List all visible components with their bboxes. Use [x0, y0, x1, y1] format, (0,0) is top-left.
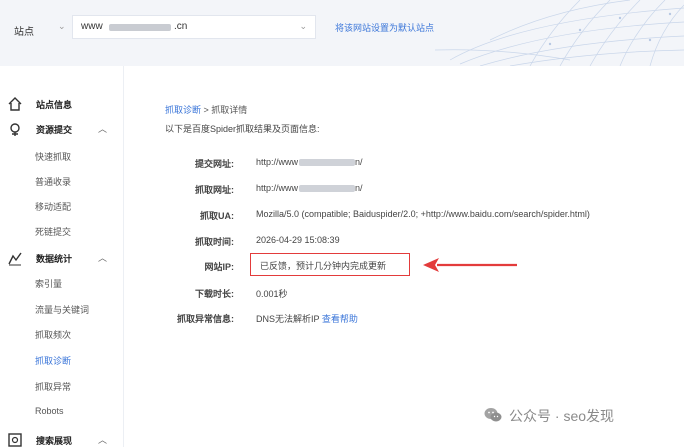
sidebar-item-robots[interactable]: Robots: [35, 406, 64, 416]
sidebar-item-crawl-errors[interactable]: 抓取异常: [35, 380, 71, 393]
ua-value: Mozilla/5.0 (compatible; Baiduspider/2.0…: [256, 209, 590, 219]
breadcrumb: 抓取诊断 > 抓取详情: [165, 103, 247, 116]
sidebar-item-dead-link[interactable]: 死链提交: [35, 225, 71, 238]
chevron-up-icon[interactable]: ︿: [98, 122, 107, 135]
stats-icon: [8, 252, 22, 266]
sidebar-item-traffic-keywords[interactable]: 流量与关键词: [35, 303, 89, 316]
sidebar-item-crawl-diagnosis[interactable]: 抓取诊断: [35, 354, 71, 367]
sidebar-item-index-count[interactable]: 索引量: [35, 277, 62, 290]
sidebar-section-label: 搜索展现: [36, 436, 73, 446]
url-redacted: [299, 159, 356, 166]
site-url-redacted: [109, 24, 171, 31]
field-key: 下载时长:: [195, 289, 234, 299]
sidebar-section-data-stats[interactable]: 数据统计 ︿: [0, 248, 124, 270]
annotation-arrow-icon: [423, 258, 517, 272]
site-select-dropdown[interactable]: www .cn ⌄: [72, 15, 316, 39]
top-bar: 站点 ⌄ www .cn ⌄ 将该网站设置为默认站点: [0, 0, 684, 66]
breadcrumb-current: 抓取详情: [211, 105, 248, 115]
field-key: 抓取网址:: [195, 185, 234, 195]
submit-url-value: http://www n/: [256, 157, 363, 167]
crawl-time-value: 2026-04-29 15:08:39: [256, 235, 340, 245]
home-icon: [8, 97, 22, 111]
sidebar-section-label: 资源提交: [36, 125, 73, 135]
field-row-crawl-url: 抓取网址: http://www n/: [125, 182, 684, 198]
site-ip-highlight-box: 已反馈，预计几分钟内完成更新: [250, 253, 410, 276]
site-ip-value: 已反馈，预计几分钟内完成更新: [260, 261, 387, 271]
breadcrumb-separator: >: [201, 105, 212, 115]
field-row-crawl-error: 抓取异常信息: DNS无法解析IP 查看帮助: [125, 311, 684, 327]
site-url-suffix: .cn: [174, 21, 188, 32]
search-display-icon: [8, 433, 22, 447]
wechat-icon: [484, 408, 502, 422]
sidebar-item-normal-index[interactable]: 普通收录: [35, 175, 71, 188]
field-key: 抓取异常信息:: [177, 314, 234, 324]
sidebar-section-search-display[interactable]: 搜索展现 ︿: [0, 430, 124, 447]
intro-text: 以下是百度Spider抓取结果及页面信息:: [165, 124, 320, 134]
field-row-download-time: 下载时长: 0.001秒: [125, 286, 684, 302]
field-row-ua: 抓取UA: Mozilla/5.0 (compatible; Baiduspid…: [125, 208, 684, 224]
view-help-link[interactable]: 查看帮助: [322, 314, 358, 324]
crawl-error-value: DNS无法解析IP 查看帮助: [256, 314, 358, 324]
sidebar-item-crawl-frequency[interactable]: 抓取频次: [35, 328, 71, 341]
field-key: 抓取UA:: [200, 211, 234, 221]
sidebar: 站点信息 资源提交 ︿ 快速抓取 普通收录 移动适配 死链提交 数据统计 ︿ 索…: [0, 66, 124, 447]
site-url-prefix: www: [81, 21, 103, 32]
sidebar-section-site-info[interactable]: 站点信息: [0, 94, 124, 116]
crawl-url-value: http://www n/: [256, 183, 363, 193]
site-type-caret-icon[interactable]: ⌄: [58, 21, 66, 32]
chevron-up-icon[interactable]: ︿: [98, 433, 107, 446]
sidebar-section-label: 站点信息: [36, 100, 73, 110]
sidebar-section-resource-submit[interactable]: 资源提交 ︿: [0, 119, 124, 141]
download-time-value: 0.001秒: [256, 289, 288, 299]
main-content: 抓取诊断 > 抓取详情 以下是百度Spider抓取结果及页面信息: 提交网址: …: [125, 66, 684, 447]
breadcrumb-parent-link[interactable]: 抓取诊断: [165, 105, 201, 115]
url-redacted: [299, 185, 356, 192]
site-label: 站点: [14, 27, 34, 38]
field-row-submit-url: 提交网址: http://www n/: [125, 156, 684, 172]
field-key: 抓取时间:: [195, 237, 234, 247]
field-key: 提交网址:: [195, 159, 234, 169]
sidebar-item-mobile-adapt[interactable]: 移动适配: [35, 200, 71, 213]
sidebar-item-fast-crawl[interactable]: 快速抓取: [35, 150, 71, 163]
chevron-down-icon[interactable]: ⌄: [299, 21, 307, 32]
submit-icon: [10, 123, 20, 136]
sidebar-section-label: 数据统计: [36, 254, 73, 264]
globe-mesh-decoration: [434, 0, 684, 66]
chevron-up-icon[interactable]: ︿: [98, 251, 107, 264]
watermark-text: 公众号 · seo发现: [509, 408, 615, 424]
set-default-site-link[interactable]: 将该网站设置为默认站点: [335, 21, 434, 34]
field-key: 网站IP:: [204, 262, 234, 272]
field-row-crawl-time: 抓取时间: 2026-04-29 15:08:39: [125, 234, 684, 250]
